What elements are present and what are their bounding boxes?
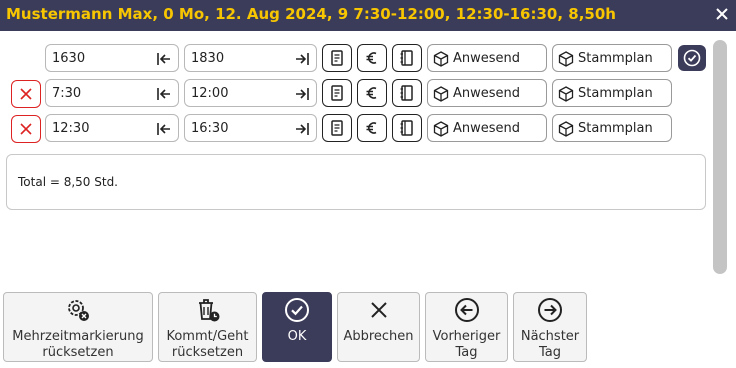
note-button[interactable]: [322, 79, 352, 107]
note-button[interactable]: [322, 114, 352, 142]
previous-day-button[interactable]: Vorheriger Tag: [425, 292, 508, 362]
reset-in-out-label: Kommt/Geht rücksetzen: [166, 329, 249, 360]
trash-clock-icon: [198, 299, 219, 322]
euro-icon: [366, 122, 377, 134]
cancel-button[interactable]: Abbrechen: [337, 292, 420, 362]
absence-type-button[interactable]: Anwesend: [427, 114, 547, 142]
notebook-button[interactable]: [392, 79, 422, 107]
next-day-button[interactable]: Nächster Tag: [513, 292, 587, 362]
euro-icon: [366, 52, 377, 64]
document-icon: [331, 120, 343, 136]
schedule-label: Stammplan: [578, 86, 653, 101]
arrow-to-end-icon[interactable]: [294, 87, 310, 101]
cost-button[interactable]: [357, 44, 387, 72]
arrow-to-start-icon[interactable]: [156, 52, 172, 66]
notebook-icon: [400, 50, 413, 66]
cost-button[interactable]: [357, 79, 387, 107]
document-icon: [331, 85, 343, 101]
window-title: Mustermann Max, 0 Mo, 12. Aug 2024, 9 7:…: [6, 5, 616, 23]
start-time-field[interactable]: 1630: [45, 44, 179, 72]
schedule-label: Stammplan: [578, 121, 653, 136]
document-icon: [331, 50, 343, 66]
close-icon: [370, 302, 387, 318]
cost-button[interactable]: [357, 114, 387, 142]
next-day-label: Nächster Tag: [520, 329, 580, 360]
end-time-value: 12:00: [191, 86, 229, 101]
ok-button[interactable]: OK: [262, 292, 332, 362]
euro-icon: [366, 87, 377, 99]
close-icon: [20, 88, 32, 100]
notebook-button[interactable]: [392, 44, 422, 72]
total-text: Total = 8,50 Std.: [18, 175, 118, 189]
cube-icon: [433, 86, 449, 102]
time-row: 7:30 12:00 Anwesend Stammplan: [0, 79, 736, 109]
delete-row-button[interactable]: [11, 80, 41, 108]
reset-in-out-button[interactable]: Kommt/Geht rücksetzen: [158, 292, 257, 362]
delete-row-button[interactable]: [11, 115, 41, 143]
check-circle-icon: [285, 298, 309, 322]
cancel-label: Abbrechen: [343, 329, 414, 344]
previous-day-label: Vorheriger Tag: [432, 329, 501, 360]
schedule-button[interactable]: Stammplan: [552, 79, 672, 107]
end-time-value: 1830: [191, 51, 225, 66]
cube-icon: [558, 86, 574, 102]
time-row: 1630 1830 Anwesend Stammplan: [0, 44, 736, 74]
arrow-left-circle-icon: [454, 298, 479, 322]
time-row: 12:30 16:30 Anwesend Stammplan: [0, 114, 736, 144]
reset-multi-marking-button[interactable]: Mehrzeitmarkierung rücksetzen: [3, 292, 153, 362]
end-time-value: 16:30: [191, 121, 229, 136]
absence-type-label: Anwesend: [453, 86, 521, 101]
total-panel: Total = 8,50 Std.: [6, 154, 706, 210]
start-time-field[interactable]: 7:30: [45, 79, 179, 107]
gear-reset-icon: [68, 300, 89, 321]
arrow-to-start-icon[interactable]: [156, 87, 172, 101]
absence-type-button[interactable]: Anwesend: [427, 79, 547, 107]
schedule-label: Stammplan: [578, 51, 653, 66]
confirm-row-button[interactable]: [678, 45, 706, 71]
absence-type-button[interactable]: Anwesend: [427, 44, 547, 72]
cube-icon: [433, 121, 449, 137]
title-bar: Mustermann Max, 0 Mo, 12. Aug 2024, 9 7:…: [0, 0, 736, 31]
arrow-right-circle-icon: [538, 298, 562, 322]
start-time-field[interactable]: 12:30: [45, 114, 179, 142]
arrow-to-end-icon[interactable]: [294, 122, 310, 136]
start-time-value: 7:30: [52, 86, 82, 101]
start-time-value: 12:30: [52, 121, 90, 136]
end-time-field[interactable]: 16:30: [184, 114, 317, 142]
arrow-to-end-icon[interactable]: [294, 52, 310, 66]
cube-icon: [558, 51, 574, 67]
schedule-button[interactable]: Stammplan: [552, 114, 672, 142]
cube-icon: [558, 121, 574, 137]
cube-icon: [433, 51, 449, 67]
arrow-to-start-icon[interactable]: [156, 122, 172, 136]
notebook-icon: [400, 85, 413, 101]
schedule-button[interactable]: Stammplan: [552, 44, 672, 72]
notebook-icon: [400, 120, 413, 136]
ok-label: OK: [287, 329, 307, 344]
scrollbar[interactable]: [713, 40, 727, 274]
check-circle-icon: [683, 49, 701, 67]
start-time-value: 1630: [52, 51, 86, 66]
close-icon[interactable]: [714, 6, 730, 22]
close-icon: [20, 123, 32, 135]
note-button[interactable]: [322, 44, 352, 72]
end-time-field[interactable]: 1830: [184, 44, 317, 72]
absence-type-label: Anwesend: [453, 51, 521, 66]
notebook-button[interactable]: [392, 114, 422, 142]
reset-multi-marking-label: Mehrzeitmarkierung rücksetzen: [12, 329, 144, 360]
end-time-field[interactable]: 12:00: [184, 79, 317, 107]
absence-type-label: Anwesend: [453, 121, 521, 136]
